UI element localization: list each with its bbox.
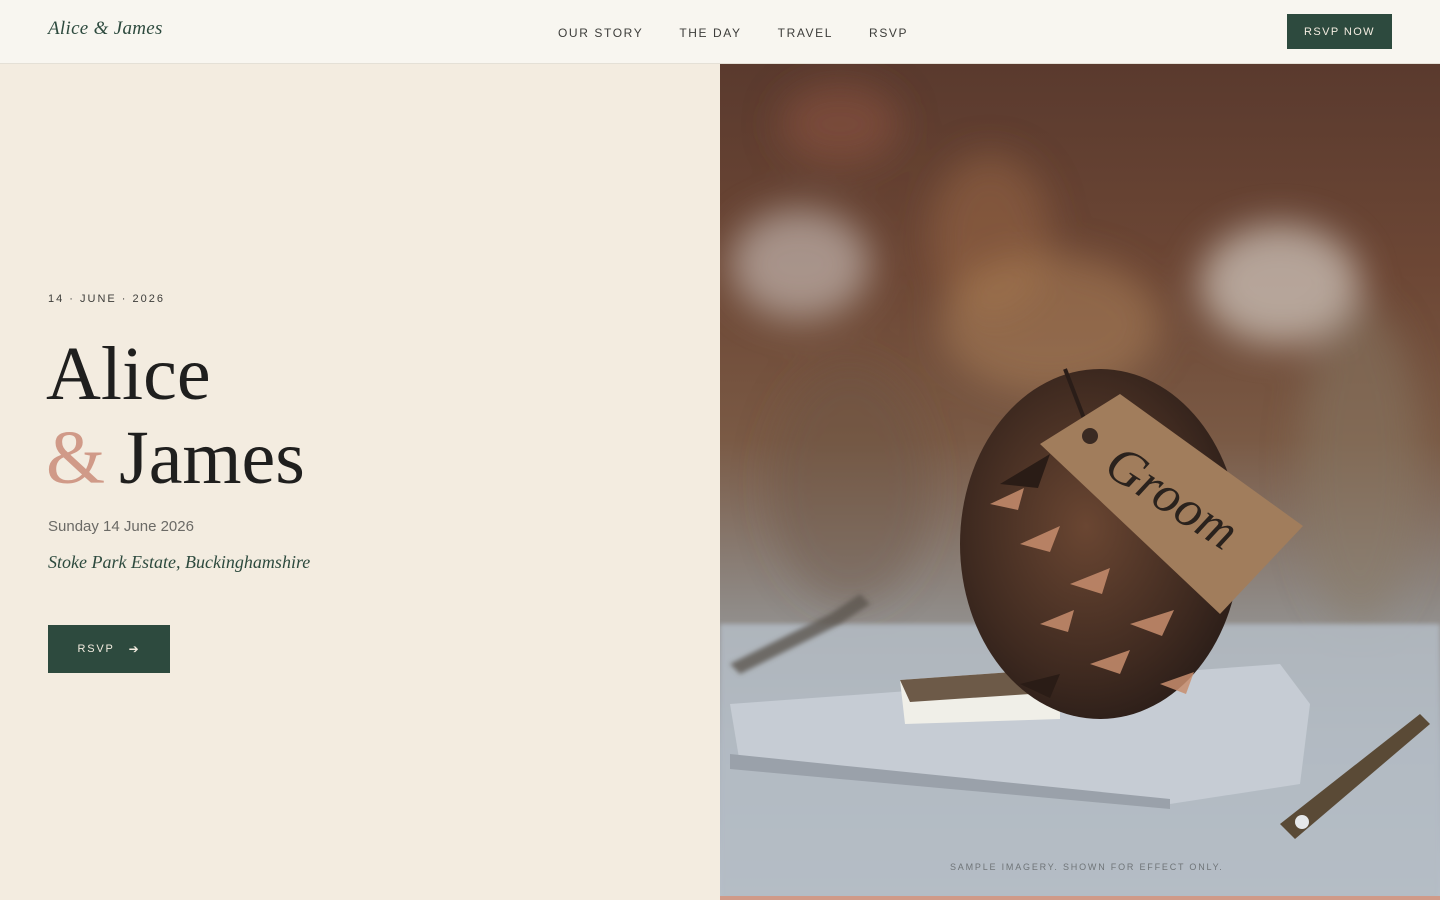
rsvp-button-label: RSVP <box>77 643 115 655</box>
place-setting-photo: Groom <box>720 84 1440 900</box>
wedding-venue: Stoke Park Estate, Buckinghamshire <box>48 552 311 572</box>
ampersand: & <box>46 416 106 500</box>
rsvp-button[interactable]: RSVP ➔ <box>48 625 170 673</box>
brand-logo[interactable]: Alice & James <box>48 18 163 40</box>
date-kicker: 14 · JUNE · 2026 <box>48 293 165 305</box>
nav-travel[interactable]: TRAVEL <box>778 26 833 40</box>
second-name: James <box>119 416 305 500</box>
wedding-date: Sunday 14 June 2026 <box>48 518 194 535</box>
hero-text-panel: 14 · JUNE · 2026 Alice & James Sunday 14 … <box>0 64 720 900</box>
nav-rsvp[interactable]: RSVP <box>869 26 908 40</box>
rsvp-now-button[interactable]: RSVP NOW <box>1287 14 1392 49</box>
hero-image: Groom SAMPLE IMAGERY. SHOWN FOR EFFECT O… <box>720 64 1440 900</box>
image-caption: SAMPLE IMAGERY. SHOWN FOR EFFECT ONLY. <box>950 862 1224 872</box>
nav-the-day[interactable]: THE DAY <box>679 26 741 40</box>
arrow-right-icon: ➔ <box>128 642 141 656</box>
main-nav: OUR STORY THE DAY TRAVEL RSVP <box>558 26 944 40</box>
couple-names: Alice & James <box>46 332 305 500</box>
nav-our-story[interactable]: OUR STORY <box>558 26 643 40</box>
first-name: Alice <box>46 332 211 416</box>
site-header: Alice & James OUR STORY THE DAY TRAVEL R… <box>0 0 1440 64</box>
accent-bar <box>720 896 1440 900</box>
